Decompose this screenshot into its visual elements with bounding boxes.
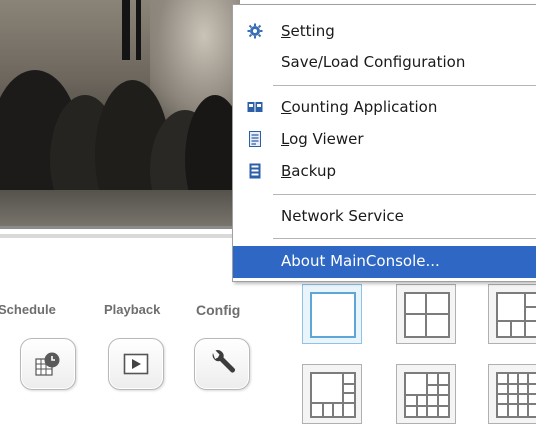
config-button[interactable] [194, 338, 250, 390]
main-context-menu: Setting Save/Load Configuration Counting… [232, 4, 536, 282]
layout-quad-button[interactable] [396, 284, 456, 344]
layout-quad-icon [404, 292, 450, 338]
wrench-icon [212, 350, 235, 373]
layout-six-icon [496, 292, 536, 338]
video-floor [0, 190, 240, 228]
layout-eight-icon [310, 372, 356, 418]
menu-item-counting-application[interactable]: Counting Application [233, 93, 536, 123]
layout-single-icon [310, 292, 356, 338]
log-viewer-icon [249, 131, 261, 147]
menu-label-log-viewer: Log Viewer [281, 130, 364, 148]
menu-item-log-viewer[interactable]: Log Viewer [233, 125, 536, 155]
menu-item-backup[interactable]: Backup [233, 157, 536, 187]
menu-label-counting: Counting Application [281, 98, 438, 116]
play-icon [123, 353, 149, 375]
schedule-button[interactable] [20, 338, 76, 390]
layout-sixteen-button[interactable] [488, 364, 536, 424]
menu-label-setting: Setting [281, 22, 335, 40]
menu-item-setting[interactable]: Setting [233, 17, 536, 47]
layout-eight-button[interactable] [302, 364, 362, 424]
playback-button[interactable] [108, 338, 164, 390]
menu-separator [273, 238, 536, 240]
video-pillar [122, 0, 130, 60]
menu-separator [273, 194, 536, 196]
layout-nine-icon [404, 372, 450, 418]
menu-label-backup: Backup [281, 162, 336, 180]
counting-icon [247, 102, 263, 112]
layout-single-button[interactable] [302, 284, 362, 344]
video-pillar [136, 0, 141, 60]
menu-separator [273, 85, 536, 87]
menu-item-about-mainconsole[interactable]: About MainConsole... [233, 246, 536, 278]
config-label: Config [196, 302, 241, 318]
menu-item-network-service[interactable]: Network Service [233, 202, 536, 232]
menu-label-about: About MainConsole... [281, 252, 440, 270]
layout-six-button[interactable] [488, 284, 536, 344]
playback-label: Playback [104, 302, 161, 317]
gear-icon [247, 23, 263, 39]
schedule-icon [35, 352, 60, 376]
layout-sixteen-icon [496, 372, 536, 418]
menu-label-network-service: Network Service [281, 207, 404, 225]
menu-label-save-load: Save/Load Configuration [281, 53, 466, 71]
video-border [0, 226, 240, 229]
layout-nine-button[interactable] [396, 364, 456, 424]
schedule-label: Schedule [0, 302, 56, 317]
camera-video-feed[interactable] [0, 0, 240, 228]
menu-item-save-load-configuration[interactable]: Save/Load Configuration [233, 48, 536, 78]
backup-icon [249, 163, 261, 179]
